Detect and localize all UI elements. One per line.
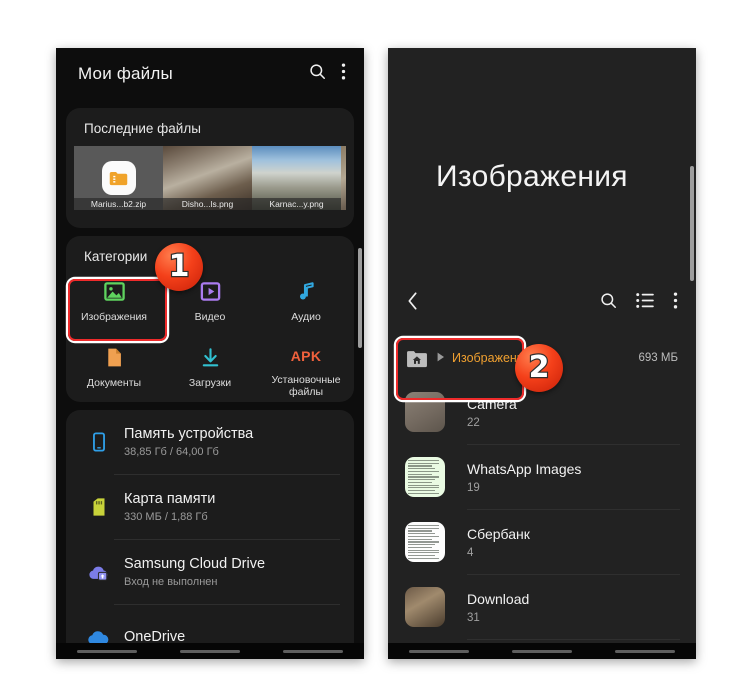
highlight-box-images-category (68, 279, 167, 341)
category-downloads[interactable]: Загрузки (162, 336, 258, 398)
highlight-box-camera-folder (396, 338, 524, 400)
breadcrumb-size: 693 МБ (638, 352, 678, 364)
step-badge-1: 1 (155, 243, 203, 291)
category-label: Аудио (291, 311, 321, 323)
action-icons (599, 291, 678, 315)
recent-files-card: Последние файлы Marius...b2.zip Disho...… (66, 108, 354, 228)
storage-title: Память устройства (124, 425, 254, 442)
chevron-left-icon[interactable] (407, 291, 418, 316)
storage-text: Карта памяти 330 МБ / 1,88 Гб (124, 490, 215, 525)
folder-name: Download (467, 590, 530, 607)
folder-name: WhatsApp Images (467, 460, 582, 477)
screenshot-stage: Мои файлы Последние файлы Marius...b2.zi… (0, 0, 752, 700)
step-badge-2-label: 2 (527, 350, 550, 385)
folder-count: 4 (467, 546, 474, 559)
apk-glyph: APK (290, 347, 322, 364)
nav-back-pill[interactable] (614, 649, 675, 653)
folder-row-sberbank[interactable]: Сбербанк 4 (388, 510, 696, 574)
cloud-upload-icon (82, 561, 116, 583)
step-badge-1-label: 1 (167, 249, 190, 284)
recent-files-title: Последние файлы (84, 121, 201, 136)
scrollbar-thumb[interactable] (690, 166, 694, 281)
category-label: Установочные файлы (271, 374, 341, 398)
folder-thumbnail (405, 522, 445, 562)
folder-row-download[interactable]: Download 31 (388, 575, 696, 639)
nav-recents-pill[interactable] (409, 649, 470, 653)
step-badge-2: 2 (515, 344, 563, 392)
storage-card: Память устройства 38,85 Гб / 64,00 Гб Ка… (66, 410, 354, 659)
recent-file-item[interactable]: Marius...b2.zip (74, 146, 163, 210)
storage-text: Память устройства 38,85 Гб / 64,00 Гб (124, 425, 253, 460)
list-view-icon[interactable] (636, 292, 655, 314)
header-actions (308, 62, 346, 86)
categories-title: Категории (84, 249, 148, 264)
storage-title: Карта памяти (124, 490, 216, 507)
hero-title: Изображения (436, 160, 628, 193)
folder-count: 19 (467, 481, 480, 494)
apk-icon: APK (291, 344, 321, 367)
nav-home-pill[interactable] (511, 649, 572, 653)
video-play-icon (199, 278, 222, 304)
nav-recents-pill[interactable] (77, 649, 138, 653)
recent-file-item[interactable]: Disho...ls.png (163, 146, 252, 210)
folder-count: 31 (467, 611, 480, 624)
recent-files-strip: Marius...b2.zip Disho...ls.png Karnac...… (74, 146, 346, 210)
thumbnail-text-lines (408, 525, 442, 559)
page-title: Мои файлы (78, 64, 173, 83)
storage-text: Samsung Cloud Drive Вход не выполнен (124, 555, 265, 590)
document-icon (103, 344, 126, 370)
recent-file-item[interactable]: Karnac...y.png (252, 146, 341, 210)
phone-icon (82, 431, 116, 453)
folder-text: Camera 22 (467, 396, 517, 429)
category-documents[interactable]: Документы (66, 336, 162, 398)
folder-text: WhatsApp Images 19 (467, 461, 581, 494)
folder-name: Сбербанк (467, 525, 530, 542)
thumbnail-text-lines (408, 460, 442, 494)
scrollbar-thumb[interactable] (358, 248, 362, 348)
storage-title: Samsung Cloud Drive (124, 555, 266, 572)
recent-file-item[interactable]: 76+ (341, 146, 346, 210)
search-icon[interactable] (308, 62, 327, 86)
folder-thumbnail (405, 587, 445, 627)
storage-item-sdcard[interactable]: Карта памяти 330 МБ / 1,88 Гб (66, 475, 354, 539)
folder-thumbnail (405, 457, 445, 497)
recent-file-label: Marius...b2.zip (74, 198, 163, 210)
folder-text: Сбербанк 4 (467, 526, 530, 559)
music-note-icon (295, 278, 318, 304)
storage-subtitle: Вход не выполнен (124, 575, 218, 588)
folder-row-whatsapp-images[interactable]: WhatsApp Images 19 (388, 445, 696, 509)
sdcard-icon (82, 496, 116, 518)
storage-subtitle: 38,85 Гб / 64,00 Гб (124, 445, 219, 458)
nav-home-pill[interactable] (179, 649, 240, 653)
storage-item-samsung-cloud[interactable]: Samsung Cloud Drive Вход не выполнен (66, 540, 354, 604)
folder-count: 22 (467, 416, 480, 429)
my-files-header: Мои файлы (56, 48, 364, 100)
zip-file-icon (101, 161, 136, 195)
images-action-bar (388, 284, 696, 322)
folder-text: Download 31 (467, 591, 529, 624)
left-phone-screen: Мои файлы Последние файлы Marius...b2.zi… (56, 48, 364, 659)
android-nav-bar (388, 643, 696, 659)
category-label: Видео (194, 311, 226, 323)
recent-file-label: Disho...ls.png (163, 198, 252, 210)
category-audio[interactable]: Аудио (258, 270, 354, 332)
category-apk[interactable]: APK Установочные файлы (258, 336, 354, 399)
storage-subtitle: 330 МБ / 1,88 Гб (124, 510, 208, 523)
images-hero: Изображения (388, 48, 696, 260)
more-vertical-icon[interactable] (341, 62, 346, 86)
category-label: Документы (86, 377, 142, 389)
storage-item-device[interactable]: Память устройства 38,85 Гб / 64,00 Гб (66, 410, 354, 474)
folder-list: Camera 22 WhatsApp Images 19 Сбербанк 4 … (388, 380, 696, 659)
search-icon[interactable] (599, 291, 618, 315)
android-nav-bar (56, 643, 364, 659)
nav-back-pill[interactable] (282, 649, 343, 653)
recent-file-label: Karnac...y.png (252, 198, 341, 210)
download-icon (199, 344, 222, 370)
more-vertical-icon[interactable] (673, 291, 678, 315)
category-label: Загрузки (188, 377, 232, 389)
